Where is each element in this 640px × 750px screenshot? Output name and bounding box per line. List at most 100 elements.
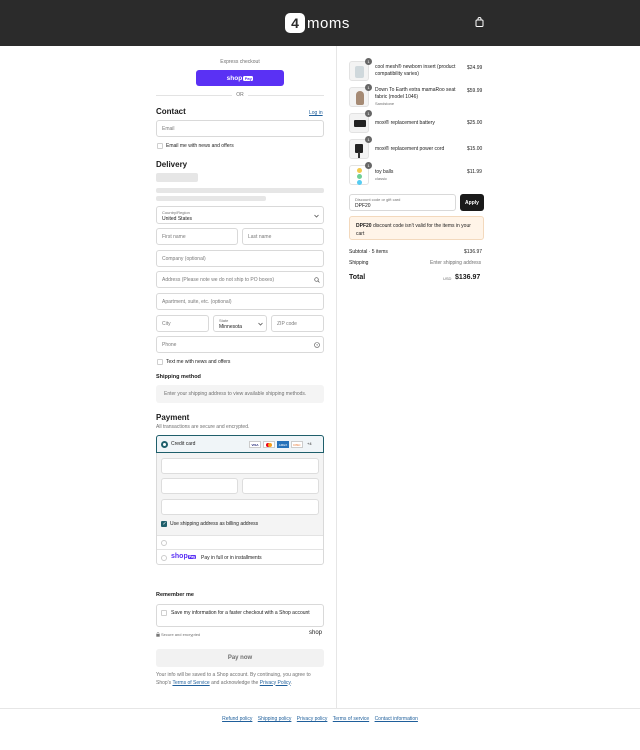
product-name: moxi® replacement battery xyxy=(375,120,435,126)
product-name: Down To Earth extra mamaRoo seat fabric … xyxy=(375,87,456,100)
privacy-policy-link[interactable]: Privacy policy xyxy=(297,716,328,722)
subtotal-label: Subtotal · 5 items xyxy=(349,249,388,255)
other-payment-option[interactable] xyxy=(157,535,323,549)
card-brands: VISA AMEX DISC +4 xyxy=(249,441,312,448)
shop-pay-option[interactable]: shop Pay Pay in full or in installments xyxy=(157,549,323,565)
express-checkout-label: Express checkout xyxy=(220,59,260,65)
payment-subtitle: All transactions are secure and encrypte… xyxy=(156,424,250,430)
other-payment-radio[interactable] xyxy=(161,540,167,546)
cart-item: 1 cool mesh® newborn insert (product com… xyxy=(349,58,485,82)
phone-field[interactable]: Phone ? xyxy=(156,336,324,353)
brand-logo[interactable]: 4 moms xyxy=(285,12,350,34)
phone-placeholder: Phone xyxy=(162,341,177,348)
secure-label: Secure and encrypted xyxy=(161,632,201,637)
discount-field[interactable]: Discount code or gift card DPF20 xyxy=(349,194,456,211)
shop-pay-radio[interactable] xyxy=(161,555,167,561)
loading-skeleton xyxy=(156,188,324,193)
address-field[interactable]: Address (Please note we do not ship to P… xyxy=(156,271,324,288)
cart-item: 1 moxi® replacement power cord $15.00 xyxy=(349,136,485,160)
apartment-field[interactable]: Apartment, suite, etc. (optional) xyxy=(156,293,324,310)
remember-me-box: Save my information for a faster checkou… xyxy=(156,604,324,627)
discount-value: DPF20 xyxy=(355,203,371,209)
quantity-badge: 1 xyxy=(365,110,372,117)
loading-skeleton xyxy=(156,196,266,201)
pay-now-label: Pay now xyxy=(227,655,253,661)
last-name-placeholder: Last name xyxy=(248,233,272,240)
product-name: cool mesh® newborn insert (product compa… xyxy=(375,64,456,77)
state-label: State xyxy=(219,318,229,323)
product-variant: Sandstone xyxy=(375,101,395,106)
column-divider xyxy=(336,46,337,708)
site-header: 4 moms xyxy=(0,0,640,46)
payment-heading: Payment xyxy=(156,413,190,422)
discount-error-message: discount code isn't valid for the items … xyxy=(356,223,471,237)
shop-terms-link[interactable]: Terms of Service xyxy=(172,680,209,686)
email-field[interactable]: Email xyxy=(156,120,324,137)
news-checkbox[interactable] xyxy=(157,143,163,149)
refund-policy-link[interactable]: Refund policy xyxy=(222,716,252,722)
pay-now-button[interactable]: Pay now xyxy=(156,649,324,667)
country-select[interactable]: Country/Region United States xyxy=(156,206,324,224)
product-price: $24.99 xyxy=(467,65,483,71)
legal-text-end: . xyxy=(290,679,292,686)
chevron-down-icon xyxy=(314,214,319,218)
bag-icon[interactable] xyxy=(475,17,484,27)
shipping-method-heading: Shipping method xyxy=(156,374,201,380)
product-name: toy balls xyxy=(375,169,394,175)
terms-of-service-link[interactable]: Terms of service xyxy=(333,716,369,722)
login-link[interactable]: Log in xyxy=(309,110,323,116)
cart-items: 1 cool mesh® newborn insert (product com… xyxy=(349,58,485,190)
card-form: Use shipping address as billing address xyxy=(157,453,323,535)
last-name-field[interactable]: Last name xyxy=(242,228,324,245)
cart-item: 1 toy balls classic $11.99 xyxy=(349,162,485,186)
quantity-badge: 1 xyxy=(365,84,372,91)
search-icon xyxy=(314,277,320,283)
state-select[interactable]: State Minnesota xyxy=(213,315,267,332)
billing-label: Use shipping address as billing address xyxy=(170,521,259,527)
shipping-methods-box: Enter your shipping address to view avai… xyxy=(156,385,324,403)
shipping-value: Enter shipping address xyxy=(430,260,482,266)
zip-field[interactable]: ZIP code xyxy=(271,315,324,332)
logo-word: moms xyxy=(307,14,350,32)
contact-information-link[interactable]: Contact information xyxy=(375,716,418,722)
or-label: OR xyxy=(232,92,248,98)
discover-icon: DISC xyxy=(291,441,303,448)
remember-me-checkbox[interactable] xyxy=(161,610,167,616)
quantity-badge: 1 xyxy=(365,162,372,169)
country-label: Country/Region xyxy=(162,210,190,215)
mastercard-icon xyxy=(263,441,275,448)
contact-heading: Contact xyxy=(156,107,186,116)
help-icon[interactable]: ? xyxy=(314,342,320,348)
billing-checkbox[interactable] xyxy=(161,521,167,527)
first-name-placeholder: First name xyxy=(162,233,186,240)
quantity-badge: 1 xyxy=(365,58,372,65)
first-name-field[interactable]: First name xyxy=(156,228,238,245)
shop-privacy-link[interactable]: Privacy Policy xyxy=(260,680,291,686)
legal-text-2: and acknowledge the xyxy=(211,679,259,686)
expiry-field[interactable] xyxy=(161,478,238,494)
card-number-field[interactable] xyxy=(161,458,319,474)
state-value: Minnesota xyxy=(219,324,243,330)
shop-pay-badge: Pay xyxy=(243,75,254,81)
cart-item: 1 moxi® replacement battery $25.00 xyxy=(349,110,485,134)
more-cards-count: +4 xyxy=(307,441,312,446)
credit-card-option[interactable]: Credit card VISA AMEX DISC +4 xyxy=(156,435,324,453)
company-field[interactable]: Company (optional) xyxy=(156,250,324,267)
loading-skeleton xyxy=(156,173,198,182)
text-checkbox[interactable] xyxy=(157,359,163,365)
logo-badge: 4 xyxy=(285,13,305,33)
total-currency: USD xyxy=(443,276,452,281)
apply-label: Apply xyxy=(465,199,479,206)
shipping-policy-link[interactable]: Shipping policy xyxy=(258,716,292,722)
security-code-field[interactable] xyxy=(242,478,319,494)
apartment-placeholder: Apartment, suite, etc. (optional) xyxy=(162,298,232,305)
product-price: $11.99 xyxy=(467,169,482,175)
name-on-card-field[interactable] xyxy=(161,499,319,515)
text-label: Text me with news and offers xyxy=(166,359,231,365)
visa-icon: VISA xyxy=(249,441,261,448)
apply-button[interactable]: Apply xyxy=(460,194,484,211)
city-field[interactable]: City xyxy=(156,315,209,332)
product-variant: classic xyxy=(375,176,388,181)
shop-pay-button[interactable]: shop Pay xyxy=(196,70,284,86)
credit-card-radio[interactable] xyxy=(161,441,168,448)
